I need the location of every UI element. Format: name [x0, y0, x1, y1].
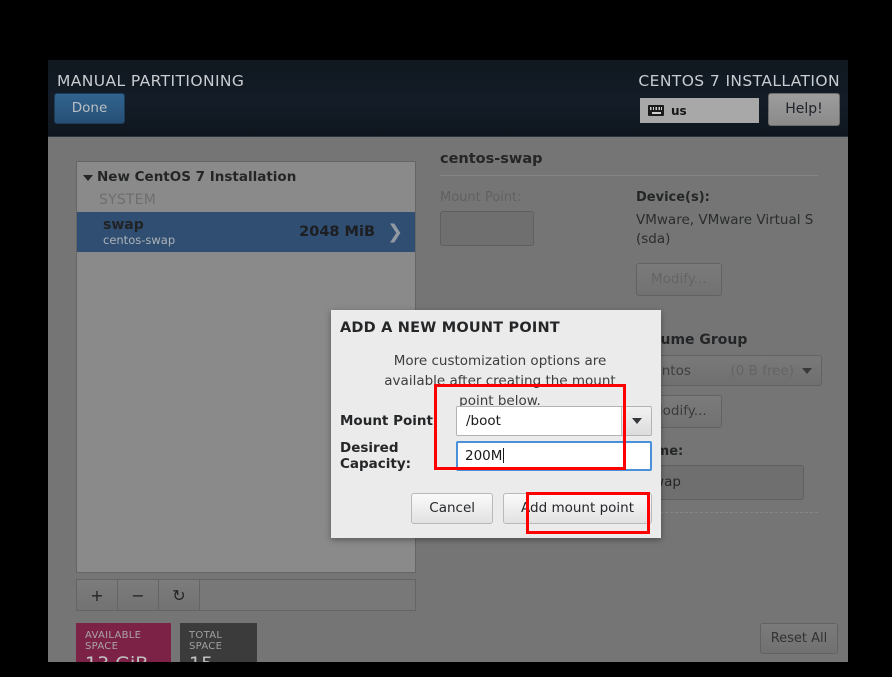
dialog-subtitle: More customization options are available…	[384, 353, 616, 409]
mount-point-group: Mount Point:	[440, 190, 636, 296]
help-button[interactable]: Help!	[768, 93, 840, 126]
dialog-mount-point-select[interactable]: /boot	[456, 406, 652, 436]
partition-device: centos-swap	[103, 233, 176, 247]
available-space-value: 13 GiB	[85, 653, 162, 662]
toolbar-filler	[200, 580, 415, 610]
dialog-capacity-value: 200M	[465, 448, 503, 464]
dialog-mount-point-value[interactable]: /boot	[457, 407, 621, 435]
dialog-title: ADD A NEW MOUNT POINT	[340, 320, 560, 336]
partition-group-label: SYSTEM	[99, 192, 157, 208]
name-input[interactable]: swap	[636, 465, 804, 500]
chevron-down-icon	[802, 367, 812, 374]
chevron-down-icon[interactable]	[621, 407, 651, 435]
triangle-down-icon	[83, 175, 93, 181]
space-summary: AVAILABLE SPACE 13 GiB TOTAL SPACE 15 Gi…	[76, 623, 416, 662]
chevron-right-icon: ❯	[387, 220, 403, 243]
available-space-caption: AVAILABLE SPACE	[85, 630, 142, 652]
keyboard-icon	[648, 105, 664, 116]
dialog-mount-point-row: Mount Point: /boot	[340, 406, 652, 436]
devices-label: Device(s):	[636, 190, 710, 205]
total-space-caption: TOTAL SPACE	[189, 630, 223, 652]
dialog-actions: Cancel Add mount point	[411, 493, 652, 524]
device-title: centos-swap	[440, 151, 543, 167]
remove-partition-button[interactable]: −	[118, 580, 159, 610]
mount-point-input[interactable]	[440, 211, 534, 246]
tree-root-label: New CentOS 7 Installation	[97, 169, 297, 185]
partition-row-swap[interactable]: swap centos-swap 2048 MiB ❯	[77, 212, 415, 252]
divider	[440, 175, 818, 176]
reset-all-button[interactable]: Reset All	[760, 623, 838, 654]
volume-group-label: Volume Group	[636, 332, 748, 348]
header-bar: MANUAL PARTITIONING CENTOS 7 INSTALLATIO…	[48, 60, 848, 137]
text-cursor	[503, 448, 505, 463]
dialog-capacity-row: Desired Capacity: 200M	[340, 440, 652, 472]
modify-device-button[interactable]: Modify...	[636, 263, 722, 296]
name-group: Name: swap	[636, 444, 818, 500]
installation-title: CENTOS 7 INSTALLATION	[638, 72, 840, 90]
total-space-value: 15 GiB	[189, 653, 248, 662]
volume-group-group: Volume Group centos (0 B free) Modify...	[636, 332, 822, 428]
add-mount-point-button[interactable]: Add mount point	[503, 493, 652, 524]
available-space-box: AVAILABLE SPACE 13 GiB	[76, 623, 171, 662]
partition-name: swap	[103, 217, 144, 233]
keyboard-layout-indicator[interactable]: us	[640, 98, 759, 123]
name-label: Name:	[636, 444, 818, 459]
devices-value: VMware, VMware Virtual S (sda)	[636, 212, 814, 247]
volume-group-free: (0 B free)	[730, 362, 794, 379]
anaconda-installer-window: MANUAL PARTITIONING CENTOS 7 INSTALLATIO…	[48, 60, 848, 662]
volume-group-select[interactable]: centos (0 B free)	[636, 355, 822, 386]
devices-group: Device(s): VMware, VMware Virtual S (sda…	[636, 190, 818, 296]
add-mount-point-dialog: ADD A NEW MOUNT POINT More customization…	[331, 310, 661, 538]
add-partition-button[interactable]: +	[77, 580, 118, 610]
page-title: MANUAL PARTITIONING	[57, 72, 245, 90]
dialog-mount-point-label: Mount Point:	[340, 413, 439, 429]
keyboard-layout-label: us	[671, 103, 687, 118]
tree-root-row[interactable]: New CentOS 7 Installation	[77, 162, 415, 187]
total-space-box: TOTAL SPACE 15 GiB	[180, 623, 257, 662]
partition-size: 2048 MiB	[299, 224, 375, 240]
partition-toolbar: + − ↻	[76, 579, 416, 611]
mount-point-label: Mount Point:	[440, 190, 522, 205]
refresh-icon[interactable]: ↻	[159, 580, 200, 610]
done-button[interactable]: Done	[54, 93, 125, 124]
partition-row-text: swap centos-swap	[103, 217, 175, 247]
dialog-capacity-input[interactable]: 200M	[456, 441, 652, 471]
details-grid-top: Mount Point: Device(s): VMware, VMware V…	[440, 190, 818, 296]
dialog-capacity-label: Desired Capacity:	[340, 440, 412, 472]
cancel-button[interactable]: Cancel	[411, 493, 494, 524]
